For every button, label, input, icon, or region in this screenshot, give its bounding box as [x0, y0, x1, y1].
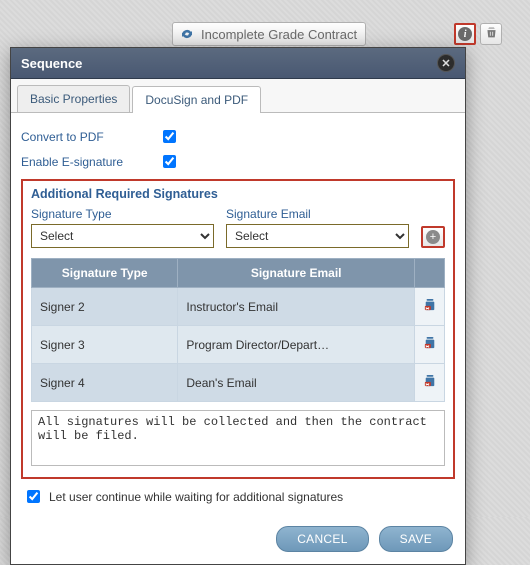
notes-textarea[interactable]: All signatures will be collected and the…: [31, 410, 445, 466]
signature-type-select[interactable]: Select: [31, 224, 214, 248]
table-row: Signer 2 Instructor's Email: [32, 288, 445, 326]
delete-button[interactable]: [480, 23, 502, 45]
recycle-icon: [179, 26, 195, 42]
delete-row-button[interactable]: [424, 300, 436, 315]
let-user-continue-checkbox[interactable]: [27, 490, 40, 503]
info-button[interactable]: i: [454, 23, 476, 45]
info-icon: i: [458, 27, 472, 41]
workflow-node-chip[interactable]: Incomplete Grade Contract: [172, 22, 366, 46]
close-button[interactable]: ✕: [437, 54, 455, 72]
cell-type: Signer 3: [32, 326, 178, 364]
workflow-node-label: Incomplete Grade Contract: [201, 27, 357, 42]
table-row: Signer 4 Dean's Email: [32, 364, 445, 402]
enable-esignature-checkbox[interactable]: [163, 155, 176, 168]
signatures-table: Signature Type Signature Email Signer 2 …: [31, 258, 445, 402]
dialog-titlebar: Sequence ✕: [11, 48, 465, 79]
save-button[interactable]: SAVE: [379, 526, 453, 552]
col-actions: [415, 259, 445, 288]
signature-email-label: Signature Email: [226, 207, 409, 221]
cell-email: Program Director/Depart…: [178, 326, 415, 364]
delete-row-button[interactable]: [424, 338, 436, 353]
additional-signatures-section: Additional Required Signatures Signature…: [21, 179, 455, 479]
let-user-continue-label: Let user continue while waiting for addi…: [49, 490, 343, 504]
signature-type-label: Signature Type: [31, 207, 214, 221]
cell-type: Signer 2: [32, 288, 178, 326]
signature-email-select[interactable]: Select: [226, 224, 409, 248]
cell-email: Instructor's Email: [178, 288, 415, 326]
cell-email: Dean's Email: [178, 364, 415, 402]
add-signature-button[interactable]: +: [421, 226, 445, 248]
cancel-button[interactable]: CANCEL: [276, 526, 368, 552]
enable-esignature-label: Enable E-signature: [21, 155, 151, 169]
convert-to-pdf-label: Convert to PDF: [21, 130, 151, 144]
close-icon: ✕: [441, 57, 450, 70]
tab-strip: Basic Properties DocuSign and PDF: [11, 79, 465, 113]
delete-row-button[interactable]: [424, 376, 436, 391]
trash-icon: [485, 26, 498, 42]
col-signature-email: Signature Email: [178, 259, 415, 288]
table-row: Signer 3 Program Director/Depart…: [32, 326, 445, 364]
tab-basic-properties[interactable]: Basic Properties: [17, 85, 130, 112]
dialog-title: Sequence: [21, 56, 82, 71]
section-title: Additional Required Signatures: [31, 187, 445, 201]
tab-docusign-pdf[interactable]: DocuSign and PDF: [132, 86, 261, 113]
cell-type: Signer 4: [32, 364, 178, 402]
convert-to-pdf-checkbox[interactable]: [163, 130, 176, 143]
sequence-dialog: Sequence ✕ Basic Properties DocuSign and…: [10, 47, 466, 565]
col-signature-type: Signature Type: [32, 259, 178, 288]
plus-icon: +: [426, 230, 440, 244]
